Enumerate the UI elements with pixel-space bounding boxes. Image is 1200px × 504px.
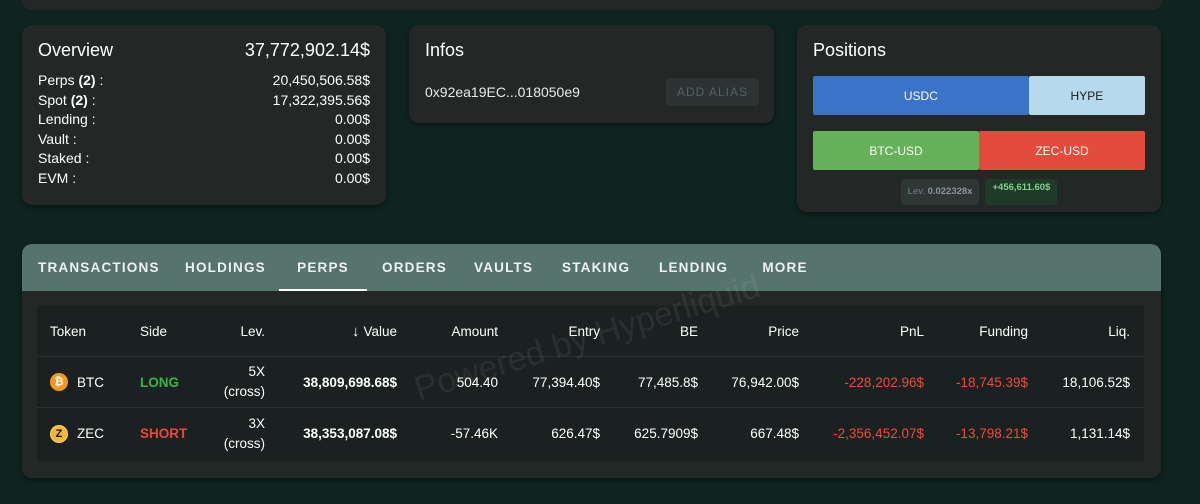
tab-orders[interactable]: ORDERS xyxy=(382,244,446,291)
overview-row-evm: EVM : 0.00$ xyxy=(38,169,370,189)
top-panel-edge xyxy=(22,0,1162,10)
leverage-chip: Lev. 0.022328x xyxy=(900,179,980,205)
header-funding[interactable]: Funding xyxy=(937,306,1028,356)
be-cell: 77,485.8$ xyxy=(637,374,698,390)
header-side[interactable]: Side xyxy=(140,306,167,356)
leverage-cell: 3X (cross) xyxy=(223,415,265,451)
overview-row-spot: Spot (2) : 17,322,395.56$ xyxy=(38,91,370,111)
liq-cell: 18,106.52$ xyxy=(1062,374,1130,390)
header-pnl[interactable]: PnL xyxy=(817,306,924,356)
price-cell: 667.48$ xyxy=(750,426,799,441)
sort-down-icon: ↓ xyxy=(351,322,360,340)
positions-title: Positions xyxy=(813,40,887,60)
overview-row-lending: Lending : 0.00$ xyxy=(38,110,370,130)
position-segment-zec[interactable]: ZEC-USD xyxy=(979,131,1145,170)
overview-row-label: Staked : xyxy=(38,150,90,166)
header-entry[interactable]: Entry xyxy=(517,306,600,356)
overview-row-value: 0.00$ xyxy=(334,111,370,127)
header-price[interactable]: Price xyxy=(717,306,799,356)
overview-row-value: 20,450,506.58$ xyxy=(272,72,370,88)
bitcoin-icon: ₿ xyxy=(50,373,68,391)
header-amount[interactable]: Amount xyxy=(422,306,498,356)
collateral-segment-hype[interactable]: HYPE xyxy=(1028,76,1145,115)
table-row[interactable]: ₿ BTC LONG 5X (cross) 38,809,698.68$ 504.… xyxy=(37,357,1144,408)
side-badge: LONG xyxy=(140,374,179,390)
tab-more[interactable]: MORE xyxy=(762,244,808,291)
zcash-icon: Z xyxy=(50,424,68,443)
token-symbol: BTC xyxy=(77,374,104,390)
funding-cell: -13,798.21$ xyxy=(955,426,1028,441)
perps-table: Token Side Lev. ↓ Value Amount Entry BE P… xyxy=(37,306,1144,461)
pnl-chip: +456,611.60$ xyxy=(985,179,1058,205)
liq-cell: 1,131.14$ xyxy=(1069,426,1130,441)
overview-row-value: 0.00$ xyxy=(334,150,370,166)
tab-staking[interactable]: STAKING xyxy=(562,244,629,291)
tab-lending[interactable]: LENDING xyxy=(659,244,727,291)
tab-vaults[interactable]: VAULTS xyxy=(474,244,532,291)
header-be[interactable]: BE xyxy=(617,306,698,356)
overview-row-value: 0.00$ xyxy=(334,169,370,186)
entry-cell: 77,394.40$ xyxy=(532,374,600,390)
entry-cell: 626.47$ xyxy=(551,426,600,441)
overview-list: Perps (2) : 20,450,506.58$ Spot (2) : 17… xyxy=(38,71,370,188)
tab-transactions[interactable]: TRANSACTIONS xyxy=(38,244,158,291)
positions-card: Positions USDC HYPE BTC-USD ZEC-USD Lev.… xyxy=(797,25,1161,212)
header-token[interactable]: Token xyxy=(50,306,86,356)
overview-row-label: Lending : xyxy=(38,111,96,127)
overview-row-vault: Vault : 0.00$ xyxy=(38,130,370,150)
overview-card: Overview 37,772,902.14$ Perps (2) : 20,4… xyxy=(22,25,386,205)
be-cell: 625.7909$ xyxy=(634,426,698,441)
positions-side-bar: BTC-USD ZEC-USD xyxy=(813,131,1145,170)
overview-title: Overview xyxy=(38,39,114,60)
pnl-cell: -2,356,452.07$ xyxy=(833,426,924,441)
position-segment-btc[interactable]: BTC-USD xyxy=(813,131,979,170)
token-cell: ₿ BTC xyxy=(50,357,104,407)
amount-cell: -57.46K xyxy=(450,426,498,441)
pnl-cell: -228,202.96$ xyxy=(844,374,924,390)
funding-cell: -18,745.39$ xyxy=(955,374,1028,390)
infos-title: Infos xyxy=(425,40,465,60)
overview-row-label: Vault : xyxy=(38,130,77,147)
leverage-cell: 5X (cross) xyxy=(223,364,265,399)
infos-card: Infos 0x92ea19EC...018050e9 ADD ALIAS xyxy=(409,25,774,123)
table-header-row: Token Side Lev. ↓ Value Amount Entry BE P… xyxy=(37,306,1144,357)
price-cell: 76,942.00$ xyxy=(731,374,799,390)
tab-bar: TRANSACTIONS HOLDINGS PERPS ORDERS VAULT… xyxy=(22,244,1161,291)
add-alias-button[interactable]: ADD ALIAS xyxy=(666,78,759,106)
side-badge: SHORT xyxy=(140,426,188,441)
tab-holdings[interactable]: HOLDINGS xyxy=(185,244,265,291)
header-value[interactable]: ↓ Value xyxy=(322,306,397,356)
header-lev[interactable]: Lev. xyxy=(207,306,265,356)
table-row[interactable]: Z ZEC SHORT 3X (cross) 38,353,087.08$ -57… xyxy=(37,408,1144,459)
tab-perps[interactable]: PERPS xyxy=(279,244,367,291)
value-cell: 38,809,698.68$ xyxy=(303,374,397,390)
overview-row-staked: Staked : 0.00$ xyxy=(38,149,370,169)
perps-panel: TRANSACTIONS HOLDINGS PERPS ORDERS VAULT… xyxy=(22,244,1161,478)
header-liq[interactable]: Liq. xyxy=(1047,306,1130,356)
token-cell: Z ZEC xyxy=(50,408,104,459)
collateral-bar: USDC HYPE xyxy=(813,76,1145,115)
overview-row-value: 0.00$ xyxy=(334,130,370,147)
wallet-address[interactable]: 0x92ea19EC...018050e9 xyxy=(425,84,580,100)
overview-row-value: 17,322,395.56$ xyxy=(272,91,370,108)
token-symbol: ZEC xyxy=(77,426,104,441)
overview-row-label: EVM : xyxy=(38,169,77,186)
collateral-segment-usdc[interactable]: USDC xyxy=(813,76,1029,115)
amount-cell: 504.40 xyxy=(456,374,498,390)
overview-total: 37,772,902.14$ xyxy=(244,39,370,60)
overview-row-label: Perps (2) : xyxy=(38,72,104,88)
value-cell: 38,353,087.08$ xyxy=(303,426,397,441)
overview-row-label: Spot (2) : xyxy=(38,91,96,108)
overview-row-perps: Perps (2) : 20,450,506.58$ xyxy=(38,71,370,91)
